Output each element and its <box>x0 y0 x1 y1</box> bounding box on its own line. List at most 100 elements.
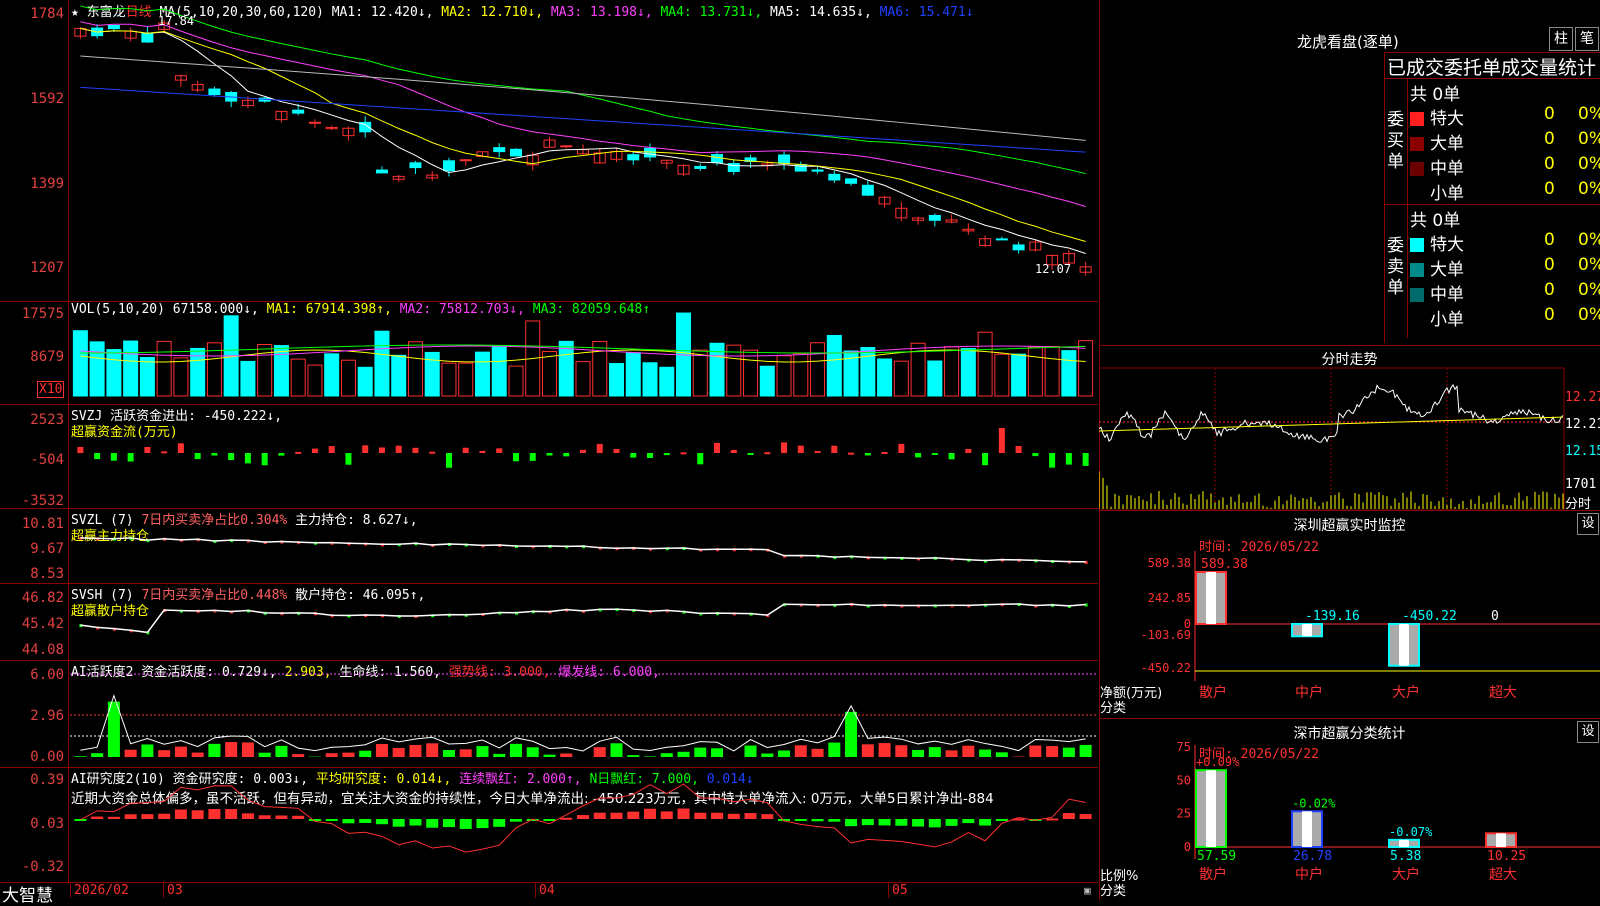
volume-bar <box>358 367 372 396</box>
candle-body <box>494 148 505 152</box>
sz-monitor-panel[interactable]: 深圳超赢实时监控 设 时间: 2026/05/22 589.38242.850-… <box>1099 510 1600 719</box>
activity-bar <box>393 748 405 757</box>
svzj-pane[interactable]: 2523 -504 -3532 SVZJ 活跃资金进出: -450.222↓, … <box>0 404 1098 509</box>
category-label: 散户 <box>1199 684 1227 701</box>
category-label: 超大 <box>1489 867 1517 883</box>
order-percent: 0% <box>1578 230 1600 250</box>
flow-bar <box>195 453 201 459</box>
research-bar <box>309 819 321 821</box>
research-bar <box>611 813 623 819</box>
order-percent: 0% <box>1578 129 1600 149</box>
volume-bar <box>392 355 406 396</box>
order-size-label: 小单 <box>1430 310 1464 330</box>
research-bar <box>979 819 991 826</box>
category-label: 中户 <box>1295 684 1323 701</box>
category-label: 大户 <box>1392 684 1420 701</box>
sell-side-label: 委卖单 <box>1387 236 1405 299</box>
flow-bar <box>831 446 837 453</box>
ai-activity-pane[interactable]: 6.00 2.96 0.00 AI活跃度2 资金活跃度: 0.729↓, 2.9… <box>0 660 1098 768</box>
candle-body <box>712 155 723 163</box>
candle-body <box>309 122 320 123</box>
sh-class-panel[interactable]: 深市超赢分类统计 设 时间: 2026/05/22 7550250+0.09%5… <box>1099 718 1600 901</box>
flow-bar <box>614 449 620 453</box>
intraday-chart <box>1099 346 1600 511</box>
svsh-pane[interactable]: 46.82 45.42 44.08 SVSH (7) 7日内买卖净占比0.448… <box>0 583 1098 661</box>
volume-bar <box>727 345 741 396</box>
research-bar <box>259 815 271 819</box>
order-percent: 0% <box>1578 104 1600 124</box>
research-bar <box>862 819 874 825</box>
buy-side-label: 委买单 <box>1387 110 1405 173</box>
svzl-pane[interactable]: 10.81 9.67 8.53 SVZL (7) 7日内买卖净占比0.304% … <box>0 508 1098 584</box>
order-row: 特大00% <box>1410 230 1600 252</box>
candle-body <box>846 179 857 183</box>
flow-bar <box>965 449 971 453</box>
order-percent: 0% <box>1578 154 1600 174</box>
research-bar <box>694 813 706 819</box>
volume-bar <box>660 367 674 396</box>
volume-bar <box>308 365 322 396</box>
volume-bar <box>157 341 171 396</box>
order-percent: 0% <box>1578 280 1600 300</box>
volume-bar <box>811 343 825 396</box>
lock-icon[interactable]: ▣ <box>1084 884 1091 897</box>
intraday-panel[interactable]: 分时走势 12.27 12.21 12.15 1701 分时 <box>1099 345 1600 511</box>
tick-mode-button[interactable]: 笔 <box>1575 27 1599 51</box>
activity-bar <box>1080 745 1092 757</box>
volume-bar <box>576 362 590 396</box>
volume-bar <box>492 346 506 396</box>
activity-bar <box>678 752 690 757</box>
candle-body <box>561 146 572 147</box>
kline-pane[interactable]: 1784 1592 1399 1207 ★ 东富龙日线 MA(5,10,20,3… <box>0 0 1098 302</box>
research-bar <box>192 810 204 819</box>
order-row: 中单00% <box>1410 280 1600 302</box>
ai-research-pane[interactable]: 0.39 0.03 -0.32 AI研究度2(10) 资金研究度: 0.003↓… <box>0 767 1098 882</box>
axis-tick: 25 <box>1177 807 1191 821</box>
ratio-bar-highlight <box>1206 770 1216 847</box>
activity-bar <box>745 746 757 757</box>
change-label: -0.02% <box>1292 796 1336 810</box>
legend-swatch <box>1410 238 1424 252</box>
holding-line <box>80 604 1085 632</box>
candle-body <box>996 239 1007 240</box>
order-count: 0 <box>1544 255 1555 275</box>
flow-bar <box>362 445 368 453</box>
bar-mode-button[interactable]: 柱 <box>1549 27 1573 51</box>
order-size-label: 小单 <box>1430 184 1464 204</box>
sell-rows: 共 0单特大00%大单00%中单00%小单00% <box>1410 206 1600 330</box>
volume-bar <box>274 346 288 396</box>
activity-bar <box>175 747 187 757</box>
flow-bar <box>463 448 469 453</box>
flow-bar <box>496 448 502 453</box>
activity-bar <box>979 750 991 757</box>
net-bar-highlight <box>1399 624 1409 666</box>
order-count: 0 <box>1544 280 1555 300</box>
research-bar <box>828 819 840 822</box>
research-bar <box>728 814 740 819</box>
activity-bar <box>711 748 723 757</box>
flow-bar <box>479 451 485 453</box>
research-bar <box>91 817 103 819</box>
flow-bar <box>1032 453 1038 456</box>
flow-bar <box>1049 453 1055 468</box>
activity-bar <box>259 753 271 757</box>
research-bar <box>376 819 388 824</box>
research-bar <box>946 819 958 826</box>
candle-body <box>929 215 940 220</box>
research-bar <box>845 819 857 826</box>
activity-bar <box>962 746 974 757</box>
flow-bar <box>295 452 301 454</box>
activity-bar <box>644 756 656 757</box>
category-label: 大户 <box>1392 866 1420 883</box>
main-holding-chart <box>0 508 1098 583</box>
intraday-tick: 12.15 <box>1565 444 1600 459</box>
order-size-label: 大单 <box>1430 260 1464 280</box>
volume-pane[interactable]: 17575 8679 X10 VOL(5,10,20) 67158.000↓, … <box>0 301 1098 405</box>
activity-bar <box>493 754 505 757</box>
dragon-tiger-panel: 龙虎看盘(逐单) 柱 笔 已成交委托单成交量统计 委买单 委卖单 共 0单特大0… <box>1099 0 1600 345</box>
research-bar <box>108 817 120 819</box>
order-count: 0 <box>1544 104 1555 124</box>
activity-bar <box>795 745 807 757</box>
research-bar <box>895 819 907 826</box>
volume-bar <box>1062 351 1076 396</box>
